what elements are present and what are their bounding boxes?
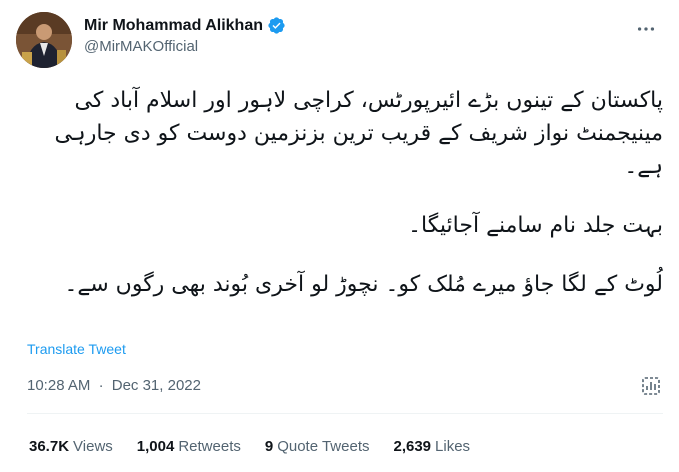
author-display-name[interactable]: Mir Mohammad Alikhan <box>84 17 263 35</box>
tweet-paragraph: پاکستان کے تینوں بڑے ائیرپورٹس، کراچی لا… <box>54 88 663 179</box>
tweet-text: پاکستان کے تینوں بڑے ائیرپورٹس، کراچی لا… <box>16 84 663 327</box>
tweet-time: 10:28 AM <box>27 377 91 394</box>
likes-stat[interactable]: 2,639 Likes <box>393 438 470 455</box>
more-options-icon[interactable] <box>635 18 657 40</box>
tweet-stats: 36.7K Views 1,004 Retweets 9 Quote Tweets 2… <box>29 438 470 455</box>
divider <box>27 413 663 414</box>
analytics-icon[interactable] <box>639 374 663 398</box>
quote-tweets-stat[interactable]: 9 Quote Tweets <box>265 438 370 455</box>
retweets-stat[interactable]: 1,004 Retweets <box>137 438 241 455</box>
author-names: Mir Mohammad Alikhan @MirMAKOfficial <box>84 16 286 55</box>
avatar[interactable] <box>16 12 72 68</box>
tweet-date: Dec 31, 2022 <box>111 377 201 394</box>
translate-tweet-link[interactable]: Translate Tweet <box>27 341 126 357</box>
tweet-paragraph: لُوٹ کے لگا جاؤ میرے مُلک کو۔ نچوڑ لو آخ… <box>64 272 663 297</box>
tweet-paragraph: بہت جلد نام سامنے آجائیگا۔ <box>408 213 663 238</box>
author-handle[interactable]: @MirMAKOfficial <box>84 38 286 55</box>
tweet-header: Mir Mohammad Alikhan @MirMAKOfficial <box>16 12 663 68</box>
verified-badge-icon <box>267 16 286 35</box>
views-stat[interactable]: 36.7K Views <box>29 438 113 455</box>
tweet-timestamp[interactable]: 10:28 AM · Dec 31, 2022 <box>27 377 201 394</box>
meta-separator: · <box>98 377 104 394</box>
avatar-image <box>16 12 72 68</box>
